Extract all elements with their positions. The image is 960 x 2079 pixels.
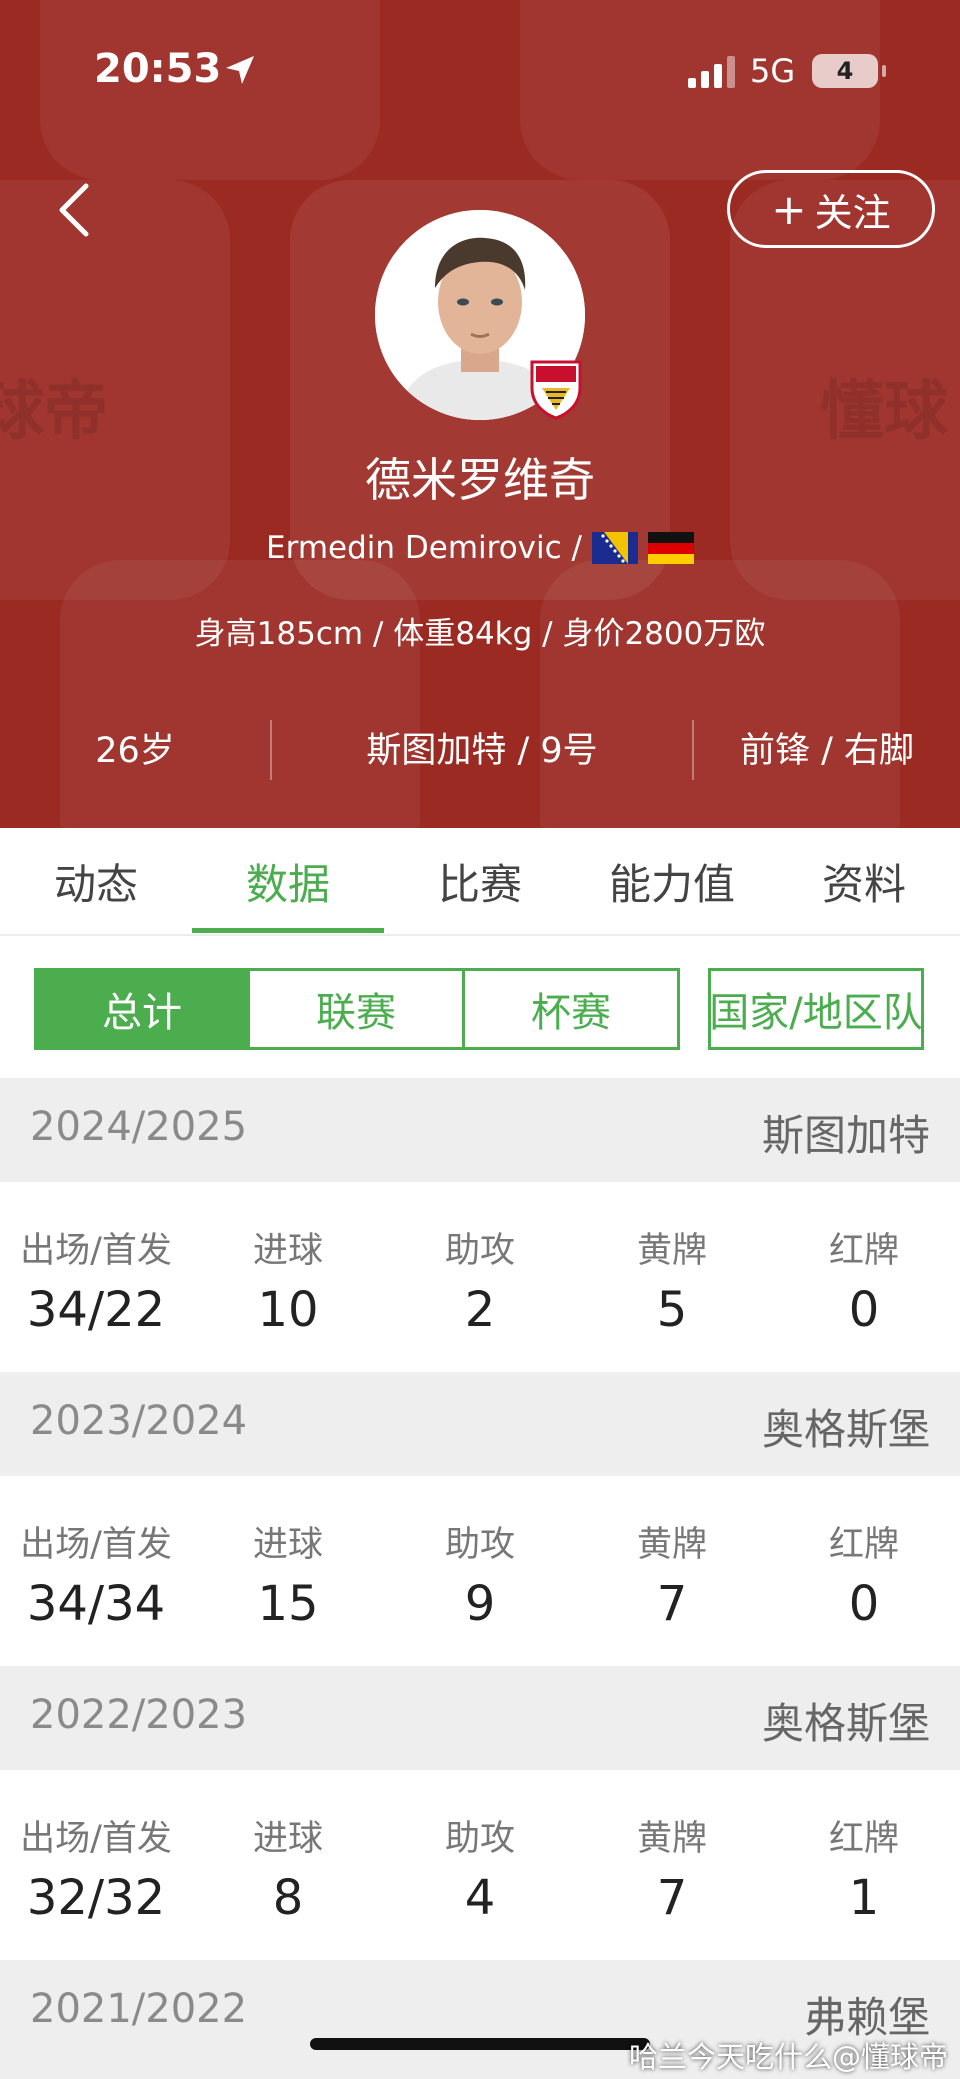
club-badge-icon — [530, 360, 582, 420]
player-name-en: Ermedin Demirovic / — [266, 530, 582, 566]
segment-national-team[interactable]: 国家/地区队 — [708, 968, 924, 1050]
season-club[interactable]: 奥格斯堡 — [762, 1396, 930, 1457]
tab-dynamics[interactable]: 动态 — [0, 828, 192, 934]
profile-tabs: 动态 数据 比赛 能力值 资料 — [0, 828, 960, 936]
stat-value: 7 — [656, 1576, 688, 1632]
season-stats-row: 出场/首发 34/22 进球 10 助攻 2 黄牌 5 红牌 0 — [0, 1182, 960, 1372]
bg-shape — [540, 560, 900, 828]
follow-label: 关注 — [814, 190, 891, 235]
player-physical-info: 身高185cm / 体重84kg / 身价2800万欧 — [194, 616, 766, 652]
season-year: 2024/2025 — [30, 1104, 248, 1150]
season-header: 2022/2023 奥格斯堡 — [0, 1666, 960, 1770]
stat-label: 助攻 — [444, 1525, 515, 1565]
player-name-en-row: Ermedin Demirovic / — [0, 530, 960, 566]
segment-league[interactable]: 联赛 — [247, 968, 465, 1050]
stat-label: 出场/首发 — [20, 1231, 172, 1271]
season-stats-row: 出场/首发 34/34 进球 15 助攻 9 黄牌 7 红牌 0 — [0, 1476, 960, 1666]
bosnia-flag-icon — [591, 532, 638, 564]
season-year: 2021/2022 — [30, 1986, 248, 2032]
stat-label: 红牌 — [828, 1819, 899, 1859]
plus-icon: + — [771, 184, 807, 234]
player-position-foot: 前锋 / 右脚 — [739, 730, 915, 771]
follow-button[interactable]: + 关注 — [727, 170, 935, 248]
tab-profile[interactable]: 资料 — [768, 828, 960, 934]
stat-label: 出场/首发 — [20, 1819, 172, 1859]
stat-value: 5 — [656, 1282, 688, 1338]
player-name-cn: 德米罗维奇 — [365, 453, 595, 507]
player-age: 26岁 — [95, 730, 175, 771]
stat-value: 7 — [656, 1870, 688, 1926]
stat-label: 助攻 — [444, 1819, 515, 1859]
stat-value: 15 — [257, 1576, 319, 1632]
season-header: 2023/2024 奥格斯堡 — [0, 1372, 960, 1476]
background-watermark: 懂球 — [820, 375, 948, 449]
season-club[interactable]: 奥格斯堡 — [762, 1690, 930, 1751]
segment-cup[interactable]: 杯赛 — [462, 968, 680, 1050]
tab-data[interactable]: 数据 — [192, 828, 384, 934]
stat-value: 10 — [257, 1282, 319, 1338]
stat-label: 进球 — [252, 1231, 323, 1271]
season-header: 2024/2025 斯图加特 — [0, 1078, 960, 1182]
stat-label: 进球 — [252, 1525, 323, 1565]
player-header: 球帝 懂球 20:53 5G 4 + 关注 德米罗维奇 Ermedin Demi… — [0, 0, 960, 828]
location-arrow-icon — [226, 56, 254, 84]
stat-value: 4 — [464, 1870, 496, 1926]
season-stats-row: 出场/首发 32/32 进球 8 助攻 4 黄牌 7 红牌 1 — [0, 1770, 960, 1960]
status-time: 20:53 — [94, 46, 222, 92]
stat-value: 32/32 — [26, 1870, 166, 1926]
stat-value: 0 — [848, 1576, 880, 1632]
competition-segment: 总计 联赛 杯赛 国家/地区队 — [34, 968, 924, 1050]
player-club-number[interactable]: 斯图加特 / 9号 — [272, 712, 692, 782]
back-chevron-icon[interactable] — [50, 180, 100, 240]
player-meta-row: 26岁 斯图加特 / 9号 前锋 / 右脚 — [0, 712, 960, 782]
stat-value: 1 — [848, 1870, 880, 1926]
home-indicator[interactable] — [310, 2038, 650, 2050]
germany-flag-icon — [647, 532, 694, 564]
stat-label: 进球 — [252, 1819, 323, 1859]
stat-value: 9 — [464, 1576, 496, 1632]
stat-label: 黄牌 — [636, 1819, 707, 1859]
stat-label: 红牌 — [828, 1231, 899, 1271]
stat-value: 0 — [848, 1282, 880, 1338]
stat-label: 助攻 — [444, 1231, 515, 1271]
stat-label: 黄牌 — [636, 1525, 707, 1565]
bg-shape — [60, 560, 420, 828]
segment-total[interactable]: 总计 — [34, 968, 250, 1050]
background-watermark: 球帝 — [0, 375, 108, 449]
stat-value: 34/34 — [26, 1576, 166, 1632]
stat-label: 黄牌 — [636, 1231, 707, 1271]
stat-label: 红牌 — [828, 1525, 899, 1565]
signal-bars-icon — [688, 56, 735, 88]
tab-ability[interactable]: 能力值 — [576, 828, 768, 934]
stat-value: 34/22 — [26, 1282, 166, 1338]
stat-value: 8 — [272, 1870, 304, 1926]
active-tab-indicator — [192, 928, 384, 933]
stat-label: 出场/首发 — [20, 1525, 172, 1565]
network-type: 5G — [750, 52, 796, 90]
season-year: 2022/2023 — [30, 1692, 248, 1738]
season-club[interactable]: 斯图加特 — [762, 1102, 930, 1163]
bg-shape — [520, 0, 880, 180]
image-credit-watermark: 哈兰今天吃什么@懂球帝 — [628, 2040, 948, 2074]
season-year: 2023/2024 — [30, 1398, 248, 1444]
tab-matches[interactable]: 比赛 — [384, 828, 576, 934]
stat-value: 2 — [464, 1282, 496, 1338]
battery-icon: 4 — [812, 54, 886, 88]
